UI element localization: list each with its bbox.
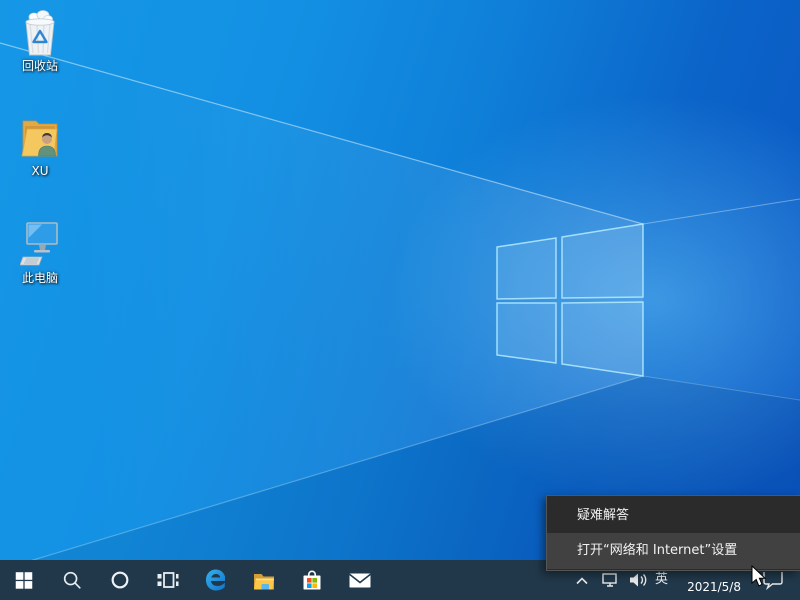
file-explorer-button[interactable] [240, 560, 288, 600]
desktop-icon-label: 回收站 [22, 59, 58, 73]
windows-logo [497, 224, 643, 376]
cortana-ring-icon [109, 569, 131, 591]
folder-icon [252, 568, 276, 592]
desktop-icon-label: XU [31, 164, 48, 178]
windows-logo-icon [13, 569, 35, 591]
ime-language-indicator[interactable]: 英 [655, 572, 668, 588]
menu-item-troubleshoot[interactable]: 疑难解答 [547, 499, 800, 533]
volume-icon[interactable] [629, 572, 649, 588]
edge-e-icon [203, 567, 229, 593]
mail-button[interactable] [336, 560, 384, 600]
task-view-button[interactable] [144, 560, 192, 600]
task-view-icon [156, 568, 180, 592]
desktop-icon-recycle-bin[interactable]: 回收站 [8, 9, 72, 73]
this-pc-icon [20, 221, 60, 269]
desktop: 回收站 XU 此电脑 [0, 0, 800, 600]
search-button[interactable] [48, 560, 96, 600]
desktop-icon-this-pc[interactable]: 此电脑 [8, 221, 72, 285]
action-center-icon[interactable] [762, 570, 784, 592]
taskbar-clock-date[interactable]: 2021/5/8 [687, 580, 741, 594]
tray-context-menu: 疑难解答 打开“网络和 Internet”设置 [546, 495, 800, 571]
recycle-bin-icon [20, 9, 60, 57]
store-button[interactable] [288, 560, 336, 600]
show-hidden-icons-chevron[interactable] [574, 574, 590, 588]
cortana-button[interactable] [96, 560, 144, 600]
envelope-icon [347, 567, 373, 593]
menu-item-open-network-internet-settings[interactable]: 打开“网络和 Internet”设置 [547, 533, 800, 569]
network-icon[interactable] [601, 572, 619, 588]
start-button[interactable] [0, 560, 48, 600]
magnifier-icon [61, 569, 83, 591]
user-folder-icon [20, 114, 60, 162]
desktop-icon-label: 此电脑 [22, 271, 58, 285]
edge-button[interactable] [192, 560, 240, 600]
desktop-icon-user-folder[interactable]: XU [8, 114, 72, 178]
store-bag-icon [299, 567, 325, 593]
